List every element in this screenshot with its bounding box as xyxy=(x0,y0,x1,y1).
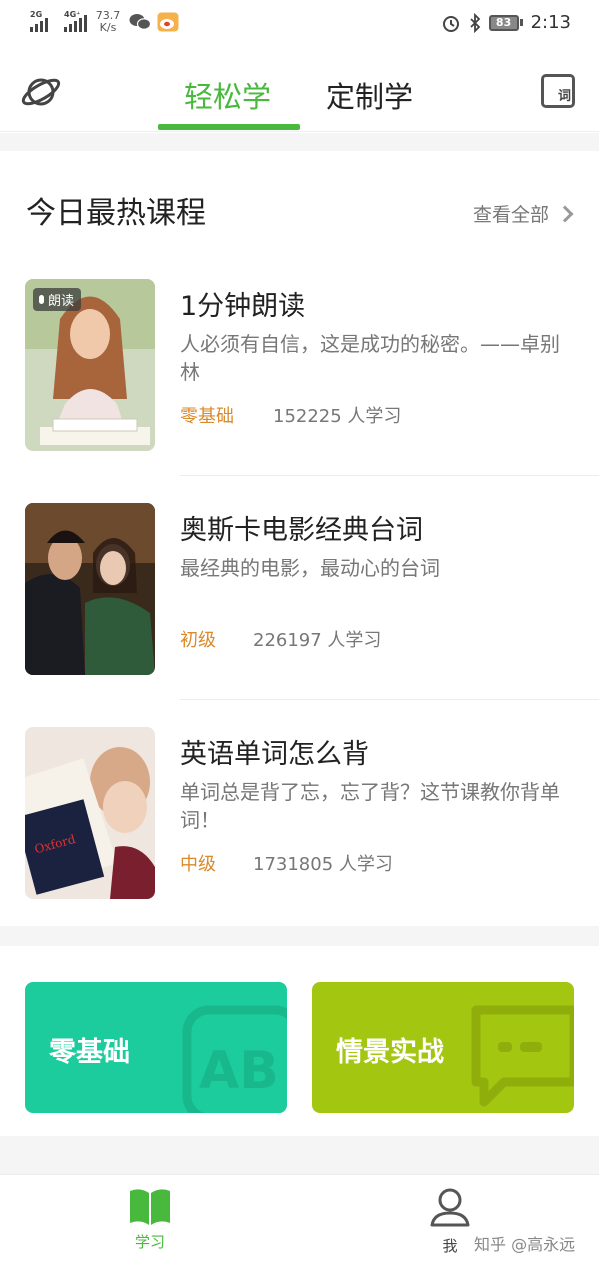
course-thumbnail: 朗读 xyxy=(25,279,155,451)
course-learners: 1731805 人学习 xyxy=(253,854,393,875)
nav-me[interactable]: 我 xyxy=(426,1187,474,1256)
person-icon xyxy=(430,1188,470,1227)
chat-bubble-icon xyxy=(471,1005,574,1107)
category-card-zero-basics[interactable]: AB 零基础 xyxy=(25,982,287,1113)
word-book-button[interactable]: 词 xyxy=(541,74,575,108)
active-tab-indicator xyxy=(158,124,300,130)
badge-label: 朗读 xyxy=(48,294,75,309)
chevron-right-icon xyxy=(556,205,574,222)
tab-easy-learn[interactable]: 轻松学 xyxy=(184,74,271,116)
top-nav: 轻松学 定制学 词 xyxy=(0,52,599,132)
course-title: 奥斯卡电影经典台词 xyxy=(180,515,423,546)
signal-label: 2G xyxy=(30,10,43,19)
status-bar: 2G 4G⁺ 73.7 K/s 83 2:13 xyxy=(0,0,599,52)
svg-text:AB: AB xyxy=(199,1041,279,1101)
book-icon xyxy=(130,1189,170,1225)
course-item[interactable]: 奥斯卡电影经典台词 最经典的电影，最动心的台词 初级 226197 人学习 xyxy=(0,476,599,700)
course-description: 人必须有自信，这是成功的秘密。——卓别林 xyxy=(180,332,560,384)
section-gap xyxy=(0,133,599,151)
course-level: 零基础 xyxy=(180,406,234,427)
course-item[interactable]: Oxford 英语单词怎么背 单词总是背了忘，忘了背？这节课教你背单词！ 中级 … xyxy=(0,700,599,924)
course-title: 英语单词怎么背 xyxy=(180,739,369,770)
course-learners: 226197 人学习 xyxy=(253,630,382,651)
bottom-nav: 学习 我 知乎 @高永远 xyxy=(0,1174,599,1265)
course-level: 初级 xyxy=(180,630,216,651)
nav-me-label: 我 xyxy=(442,1237,458,1255)
course-thumbnail xyxy=(25,503,155,675)
section-gap xyxy=(0,1136,599,1174)
course-level: 中级 xyxy=(180,854,216,875)
alarm-icon xyxy=(442,15,459,32)
weibo-icon xyxy=(157,12,179,32)
category-label: 零基础 xyxy=(49,1037,130,1068)
course-learners: 152225 人学习 xyxy=(273,406,402,427)
nav-study-label: 学习 xyxy=(134,1233,165,1251)
course-thumbnail: Oxford xyxy=(25,727,155,899)
view-all-link[interactable]: 查看全部 xyxy=(472,200,574,227)
signal-icon: 2G xyxy=(30,10,48,32)
category-card-scenario-practice[interactable]: 情景实战 xyxy=(312,982,574,1113)
view-all-label: 查看全部 xyxy=(472,204,549,226)
course-description: 单词总是背了忘，忘了背？这节课教你背单词！ xyxy=(180,780,560,832)
signal-label: 4G⁺ xyxy=(64,10,81,19)
section-gap xyxy=(0,926,599,946)
signal-icon: 4G⁺ xyxy=(64,10,87,32)
read-aloud-badge: 朗读 xyxy=(33,288,82,311)
clock: 2:13 xyxy=(530,12,571,33)
word-book-label: 词 xyxy=(557,89,571,104)
category-label: 情景实战 xyxy=(336,1037,444,1068)
net-speed: 73.7 K/s xyxy=(95,9,121,34)
status-right: 83 2:13 xyxy=(441,12,571,33)
course-title: 1分钟朗读 xyxy=(180,291,306,322)
bluetooth-icon xyxy=(469,12,480,33)
section-title: 今日最热课程 xyxy=(26,196,206,231)
watermark: 知乎 @高永远 xyxy=(474,1235,576,1254)
nav-study[interactable]: 学习 xyxy=(126,1187,174,1252)
battery-level: 83 xyxy=(488,14,519,31)
battery-icon: 83 xyxy=(488,14,523,31)
course-description: 最经典的电影，最动心的台词 xyxy=(180,556,440,580)
status-left: 2G 4G⁺ 73.7 K/s xyxy=(30,10,179,34)
tab-custom-learn[interactable]: 定制学 xyxy=(326,74,413,116)
course-item[interactable]: 朗读 1分钟朗读 人必须有自信，这是成功的秘密。——卓别林 零基础 152225… xyxy=(0,252,599,476)
planet-icon[interactable] xyxy=(20,72,62,112)
microphone-icon xyxy=(39,295,44,304)
wechat-icon xyxy=(129,14,151,30)
ab-letters-icon: AB xyxy=(182,1005,287,1113)
